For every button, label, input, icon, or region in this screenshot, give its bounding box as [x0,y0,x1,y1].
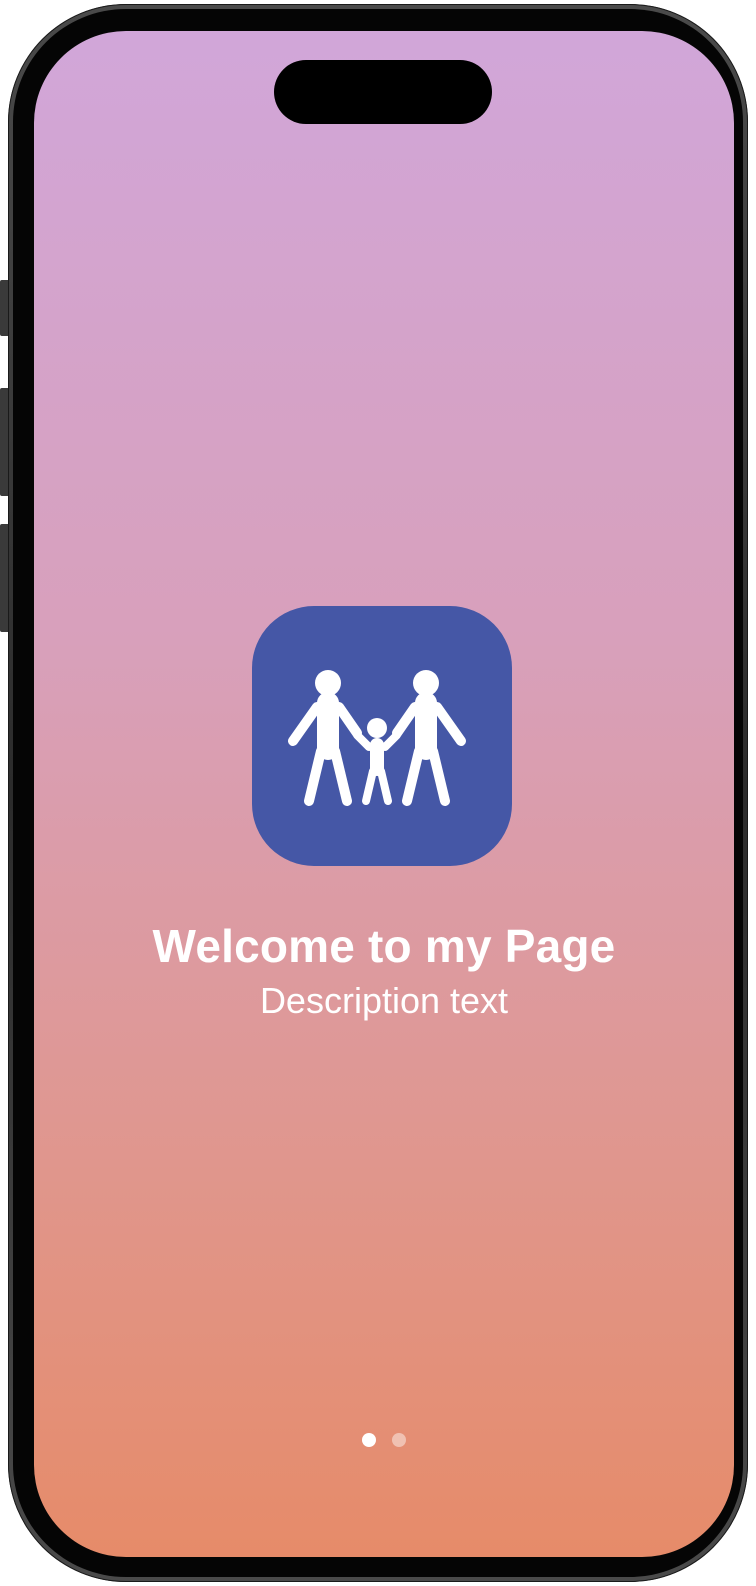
action-button [0,280,8,336]
app-icon [252,606,512,866]
volume-up-button [0,388,8,496]
screen: Welcome to my Page Description text [34,31,734,1557]
family-icon [288,670,466,806]
page-dot-2[interactable] [392,1433,406,1447]
page-dot-1[interactable] [362,1433,376,1447]
page-title: Welcome to my Page [152,920,616,972]
dynamic-island [274,60,492,124]
page-indicator[interactable] [34,1433,734,1447]
phone-frame: Welcome to my Page Description text [8,4,748,1582]
volume-down-button [0,524,8,632]
device-mockup: Welcome to my Page Description text [0,0,756,1586]
page-description: Description text [259,980,509,1021]
